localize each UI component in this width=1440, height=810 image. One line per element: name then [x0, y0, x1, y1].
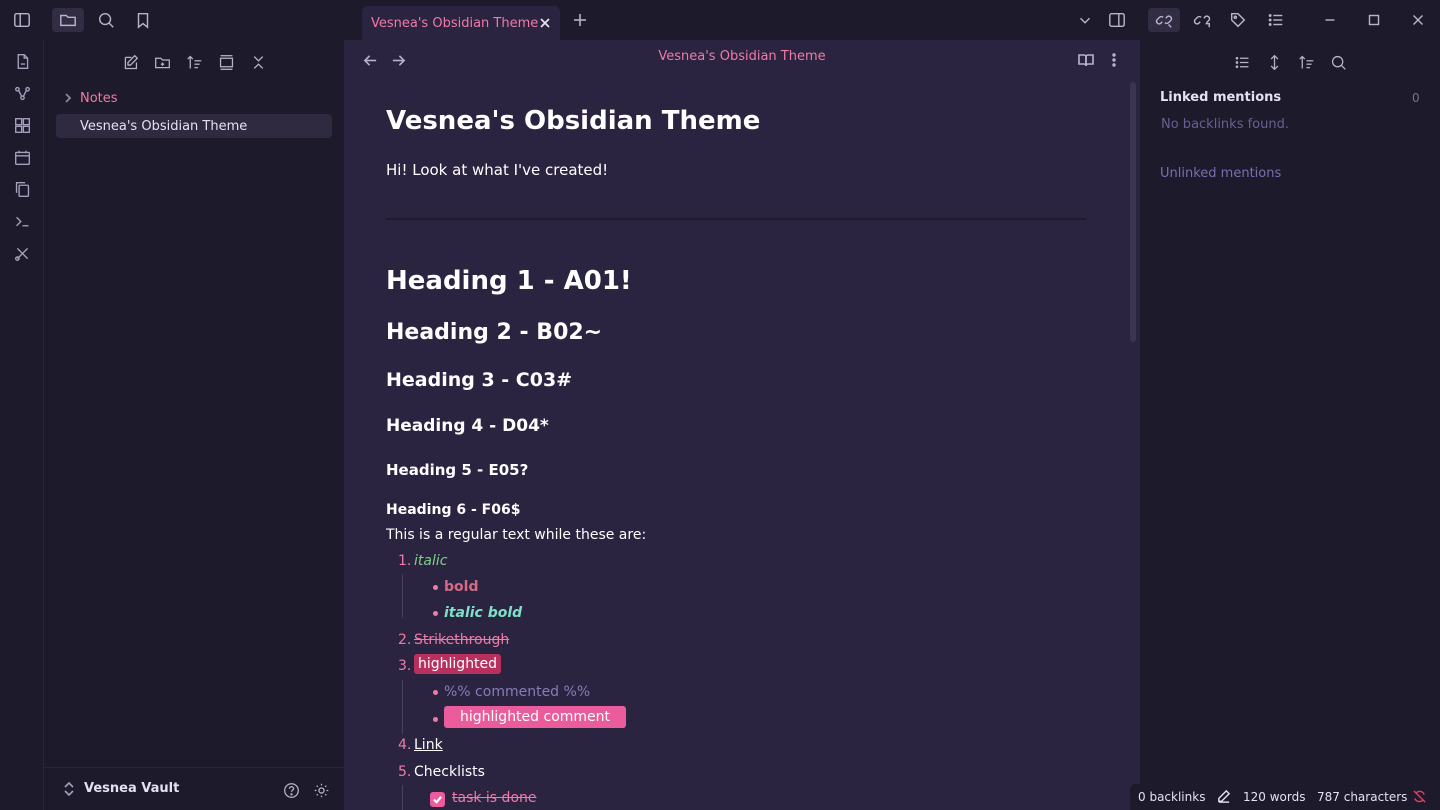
chevron-down-icon[interactable]	[1073, 8, 1097, 32]
bullet-dot	[433, 717, 438, 722]
task-done-text: task is done	[452, 790, 537, 806]
list-item-link[interactable]: Link	[414, 737, 443, 753]
list-item-highlighted-comment: highlighted comment	[444, 706, 627, 728]
list-item-checklists: Checklists	[414, 764, 485, 780]
heading-5: Heading 5 - E05?	[386, 461, 529, 479]
editor-header-title[interactable]: Vesnea's Obsidian Theme	[344, 49, 1140, 64]
indent-guide	[402, 785, 403, 810]
sync-disabled-icon[interactable]	[1412, 789, 1428, 805]
vault-name[interactable]: Vesnea Vault	[84, 781, 179, 796]
settings-gear-icon[interactable]	[311, 780, 331, 800]
reading-view-book-icon[interactable]	[1075, 50, 1097, 70]
linked-mentions-title[interactable]: Linked mentions	[1160, 90, 1281, 105]
vault-bar: Vesnea Vault	[44, 767, 344, 810]
tree-file-vesneas-obsidian-theme[interactable]: Vesnea's Obsidian Theme	[56, 114, 332, 138]
list-item-bold: bold	[444, 579, 479, 595]
intro-text: Hi! Look at what I've created!	[386, 161, 609, 179]
list-number: 2.	[398, 632, 412, 648]
status-word-count: 120 words	[1243, 790, 1306, 804]
note-title[interactable]: Vesnea's Obsidian Theme	[386, 106, 760, 136]
list-item-comment: %% commented %%	[444, 684, 591, 700]
regular-text: This is a regular text while these are:	[386, 527, 647, 543]
bookmark-icon[interactable]	[131, 8, 155, 32]
folder-label: Notes	[80, 90, 118, 106]
status-character-count: 787 characters	[1317, 790, 1408, 804]
file-label: Vesnea's Obsidian Theme	[80, 118, 248, 134]
more-options-icon[interactable]	[1103, 50, 1125, 70]
templates-copy-icon[interactable]	[12, 179, 32, 199]
heading-2: Heading 2 - B02~	[386, 320, 603, 345]
quick-switcher-icon[interactable]	[12, 51, 32, 71]
heading-3: Heading 3 - C03#	[386, 369, 573, 391]
canvas-icon[interactable]	[12, 115, 32, 135]
unlinked-mentions-title[interactable]: Unlinked mentions	[1160, 166, 1281, 181]
list-number: 4.	[398, 737, 412, 753]
bullet-dot	[433, 611, 438, 616]
list-item-highlighted: highlighted	[414, 654, 502, 674]
status-backlinks[interactable]: 0 backlinks	[1138, 790, 1205, 804]
graph-view-icon[interactable]	[12, 83, 32, 103]
list-item-strikethrough: Strikethrough	[414, 632, 510, 648]
list-item-italic-bold: italic bold	[444, 605, 523, 621]
vault-switcher-icon[interactable]	[62, 781, 76, 797]
highlight-mark: highlighted	[414, 654, 502, 674]
editor-pane: Vesnea's Obsidian Theme Vesnea's Obsidia…	[344, 40, 1140, 810]
bullet-dot	[433, 585, 438, 590]
calendar-icon[interactable]	[12, 147, 32, 167]
maximize-icon[interactable]	[1362, 8, 1386, 32]
backlinks-pane: Linked mentions 0 No backlinks found. Un…	[1140, 40, 1440, 810]
editor-scrollbar[interactable]	[1130, 82, 1136, 342]
list-item-italic: italic	[414, 553, 448, 569]
bullet-dot	[433, 690, 438, 695]
obsidian-app: Vesnea's Obsidian Theme Notes Vesnea's O…	[0, 0, 1440, 810]
collapse-all-icon[interactable]	[247, 51, 269, 73]
outgoing-links-icon[interactable]	[1190, 8, 1214, 32]
tree-folder-notes[interactable]: Notes	[62, 88, 118, 108]
indent-guide	[402, 680, 403, 734]
linked-mentions-count: 0	[1412, 91, 1420, 105]
chevron-right-icon	[65, 93, 72, 103]
new-note-icon[interactable]	[119, 51, 141, 73]
edit-pencil-icon[interactable]	[1216, 789, 1232, 805]
close-icon[interactable]	[536, 14, 554, 32]
auto-reveal-icon[interactable]	[215, 51, 237, 73]
search-icon[interactable]	[1327, 51, 1349, 73]
horizontal-rule	[386, 218, 1086, 220]
toggle-left-sidebar-icon[interactable]	[10, 8, 34, 32]
expand-vertical-icon[interactable]	[1263, 51, 1285, 73]
new-tab-plus-icon[interactable]	[570, 10, 590, 30]
status-bar: 0 backlinks 120 words 787 characters	[1130, 784, 1440, 810]
tab-vesneas-obsidian-theme[interactable]: Vesnea's Obsidian Theme	[362, 6, 560, 40]
toggle-right-sidebar-icon[interactable]	[1105, 8, 1129, 32]
highlight-comment-mark: highlighted comment	[444, 706, 627, 728]
sort-order-icon[interactable]	[1295, 51, 1317, 73]
list-number: 5.	[398, 764, 412, 780]
outline-list-icon[interactable]	[1264, 8, 1288, 32]
heading-1: Heading 1 - A01!	[386, 266, 632, 296]
list-number: 3.	[398, 658, 412, 674]
file-explorer: Notes Vesnea's Obsidian Theme Vesnea Vau…	[44, 40, 344, 810]
title-bar: Vesnea's Obsidian Theme	[0, 0, 1440, 40]
tags-icon[interactable]	[1226, 8, 1250, 32]
file-explorer-folder-icon[interactable]	[52, 8, 84, 32]
sort-order-icon[interactable]	[183, 51, 205, 73]
window-close-icon[interactable]	[1406, 8, 1430, 32]
no-backlinks-text: No backlinks found.	[1161, 117, 1289, 132]
theme-tools-icon[interactable]	[12, 243, 32, 263]
heading-4: Heading 4 - D04*	[386, 416, 549, 436]
new-folder-icon[interactable]	[151, 51, 173, 73]
help-icon[interactable]	[281, 780, 301, 800]
left-ribbon	[0, 40, 44, 810]
tab-label: Vesnea's Obsidian Theme	[371, 15, 539, 31]
collapse-results-list-icon[interactable]	[1231, 51, 1253, 73]
minimize-icon[interactable]	[1318, 8, 1342, 32]
heading-6: Heading 6 - F06$	[386, 502, 521, 518]
search-icon[interactable]	[94, 8, 118, 32]
command-palette-terminal-icon[interactable]	[12, 211, 32, 231]
task-checkbox[interactable]	[430, 792, 445, 807]
backlinks-icon[interactable]	[1148, 8, 1180, 32]
list-number: 1.	[398, 553, 412, 569]
indent-guide	[402, 574, 403, 618]
